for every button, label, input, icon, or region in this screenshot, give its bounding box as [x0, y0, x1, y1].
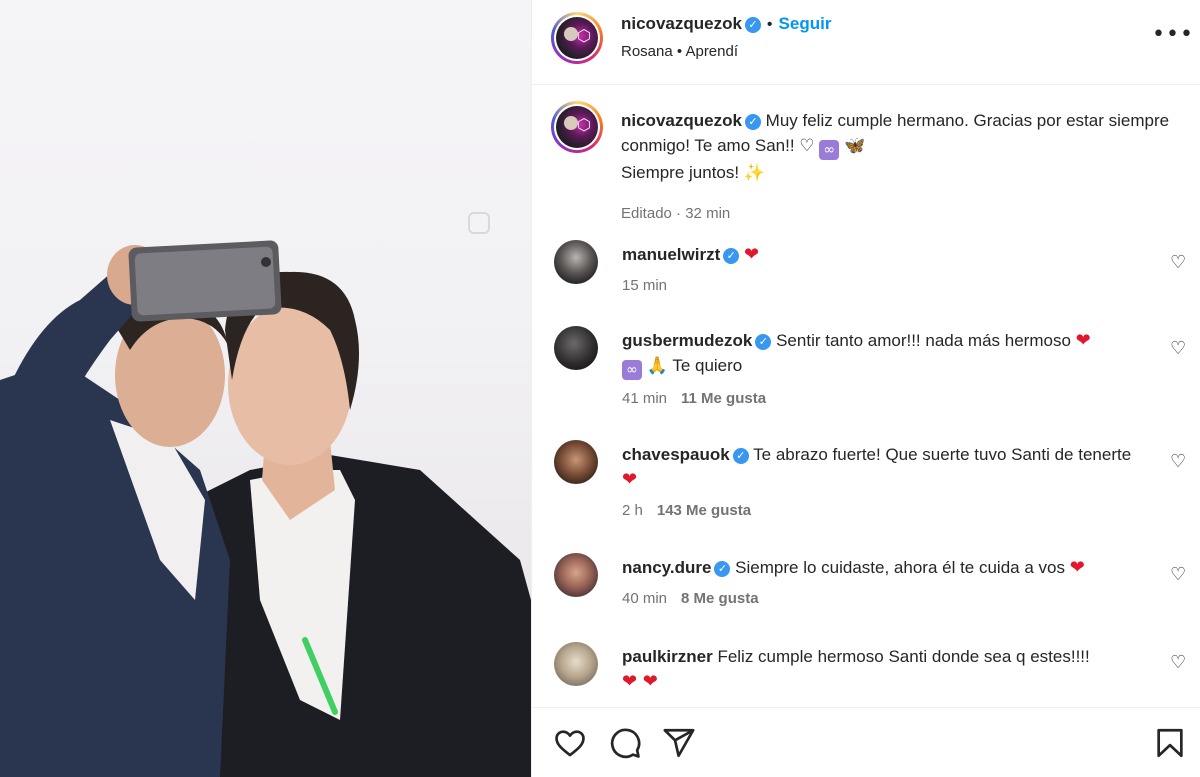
author-username[interactable]: nicovazquezok: [621, 14, 742, 33]
commenter-avatar[interactable]: [554, 240, 598, 284]
comment-likes[interactable]: 8 Me gusta: [681, 590, 759, 607]
verified-icon: ✓: [755, 333, 772, 350]
audio-info[interactable]: Rosana • Aprendí: [621, 43, 738, 60]
post-panel: nicovazquezok✓•Seguir Rosana • Aprendí •…: [531, 0, 1200, 777]
sparkles-emoji: ✨: [743, 163, 766, 183]
heart-icon[interactable]: [553, 726, 587, 760]
caption-line2: Siempre juntos!: [621, 163, 744, 182]
caption-avatar[interactable]: [551, 101, 603, 153]
watermark-instagram-icon: [468, 212, 490, 234]
comment-username[interactable]: nancy.dure: [622, 558, 711, 577]
header-title-row: nicovazquezok ✓ • Seguir: [621, 14, 831, 34]
comment-item: chavespauok ✓ Te abrazo fuerte! Que suert…: [622, 442, 1132, 523]
commenter-avatar[interactable]: [554, 440, 598, 484]
comment-item: manuelwirzt ✓ ❤ 15 min: [622, 242, 1132, 298]
follow-button[interactable]: Seguir: [779, 14, 832, 33]
comment-username[interactable]: paulkirzner: [622, 647, 713, 666]
red-heart-emoji: ❤: [622, 469, 638, 490]
comment-like-heart-icon[interactable]: ♡: [1170, 338, 1186, 359]
infinity-emoji: ∞: [622, 360, 642, 380]
comment-time[interactable]: 40 min: [622, 590, 667, 607]
verified-icon: ✓: [744, 113, 761, 130]
comment-text: Siempre lo cuidaste, ahora él te cuida a…: [735, 558, 1070, 577]
comment-item: nancy.dure ✓ Siempre lo cuidaste, ahora é…: [622, 555, 1132, 611]
more-options-icon[interactable]: •••: [1152, 24, 1194, 46]
verified-icon: ✓: [744, 16, 761, 33]
comment-like-heart-icon[interactable]: ♡: [1170, 451, 1186, 472]
butterfly-emoji: 🦋: [843, 136, 866, 156]
caption-time[interactable]: 32 min: [685, 205, 730, 222]
comment-item: gusbermudezok ✓ Sentir tanto amor!!! nada…: [622, 328, 1132, 411]
audio-song: Aprendí: [685, 43, 739, 60]
infinity-emoji: ∞: [819, 140, 840, 160]
post-actions-bar: [532, 707, 1200, 777]
comment-username[interactable]: manuelwirzt: [622, 245, 720, 264]
comment-time[interactable]: 15 min: [622, 277, 667, 294]
separator-dot: •: [766, 16, 773, 33]
red-heart-emoji: ❤: [743, 244, 760, 265]
audio-artist: Rosana: [621, 43, 673, 60]
comment-likes[interactable]: 143 Me gusta: [657, 502, 751, 519]
share-icon[interactable]: [662, 726, 696, 760]
comment-time[interactable]: 41 min: [622, 390, 667, 407]
post-photo[interactable]: [0, 0, 531, 777]
post-caption: nicovazquezok ✓ Muy feliz cumple hermano.…: [621, 108, 1181, 226]
comment-text: Sentir tanto amor!!! nada más hermoso: [776, 331, 1076, 350]
bookmark-icon[interactable]: [1153, 726, 1187, 760]
comment-username[interactable]: chavespauok: [622, 445, 730, 464]
comment-text-extra: 🙏 Te quiero: [646, 356, 743, 375]
commenter-avatar[interactable]: [554, 326, 598, 370]
comment-time[interactable]: 2 h: [622, 502, 643, 519]
verified-icon: ✓: [714, 560, 731, 577]
post-photo-illustration: [0, 240, 531, 777]
comment-likes[interactable]: 11 Me gusta: [681, 390, 766, 407]
edited-label: Editado: [621, 205, 672, 222]
red-heart-emoji: ❤: [1075, 330, 1091, 351]
comment-like-heart-icon[interactable]: ♡: [1170, 252, 1186, 273]
red-heart-emoji: ❤: [1069, 557, 1085, 578]
author-avatar[interactable]: [551, 12, 603, 64]
comment-icon[interactable]: [608, 726, 642, 760]
commenter-avatar[interactable]: [554, 642, 598, 686]
verified-icon: ✓: [723, 247, 740, 264]
verified-icon: ✓: [732, 447, 749, 464]
comment-like-heart-icon[interactable]: ♡: [1170, 564, 1186, 585]
comment-text: Feliz cumple hermoso Santi donde sea q e…: [717, 647, 1090, 666]
post-header: nicovazquezok✓ • Seguir Rosana • Aprendí •…: [532, 0, 1200, 85]
commenter-avatar[interactable]: [554, 553, 598, 597]
red-heart-emoji: ❤ ❤: [622, 671, 658, 692]
caption-username[interactable]: nicovazquezok: [621, 111, 742, 130]
comment-username[interactable]: gusbermudezok: [622, 331, 752, 350]
comment-item: paulkirzner Feliz cumple hermoso Santi d…: [622, 644, 1132, 694]
comment-text: Te abrazo fuerte! Que suerte tuvo Santi …: [753, 445, 1132, 464]
caption-meta: Editado · 32 min: [621, 205, 731, 222]
comment-like-heart-icon[interactable]: ♡: [1170, 652, 1186, 673]
